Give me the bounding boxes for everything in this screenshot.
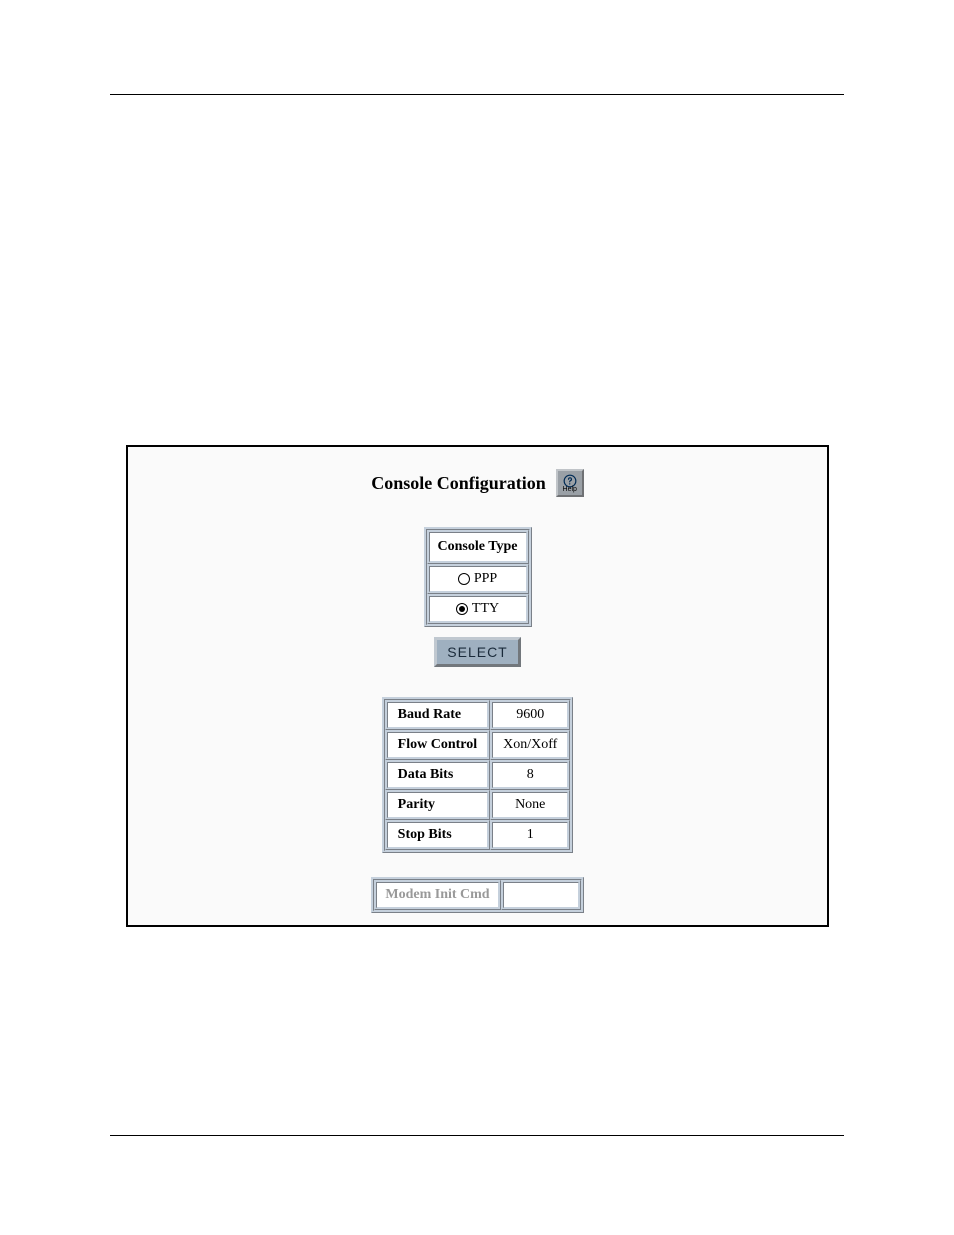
table-row: Parity None — [385, 790, 571, 820]
flow-control-value: Xon/Xoff — [490, 730, 570, 760]
parity-label: Parity — [385, 790, 490, 820]
console-type-option-ppp[interactable]: PPP — [427, 564, 529, 594]
top-rule — [110, 94, 844, 95]
select-button[interactable]: SELECT — [434, 637, 520, 667]
modem-init-label: Modem Init Cmd — [374, 880, 500, 910]
modem-init-value[interactable] — [501, 880, 581, 910]
radio-ppp-label: PPP — [474, 571, 497, 587]
radio-tty-label: TTY — [472, 601, 499, 617]
console-type-header: Console Type — [427, 530, 529, 564]
table-row: Baud Rate 9600 — [385, 700, 571, 730]
modem-init-table: Modem Init Cmd — [371, 877, 583, 913]
panel-header: Console Configuration Help — [128, 469, 827, 497]
table-row: Modem Init Cmd — [374, 880, 580, 910]
radio-ppp[interactable] — [458, 573, 470, 585]
help-button[interactable]: Help — [556, 469, 584, 497]
baud-rate-value: 9600 — [490, 700, 570, 730]
page-title: Console Configuration — [371, 473, 546, 494]
flow-control-label: Flow Control — [385, 730, 490, 760]
parity-value: None — [490, 790, 570, 820]
console-type-table: Console Type PPP TTY — [424, 527, 532, 627]
table-row: Data Bits 8 — [385, 760, 571, 790]
table-row: Flow Control Xon/Xoff — [385, 730, 571, 760]
data-bits-label: Data Bits — [385, 760, 490, 790]
console-type-option-tty[interactable]: TTY — [427, 594, 529, 624]
table-row: Stop Bits 1 — [385, 820, 571, 850]
stop-bits-value: 1 — [490, 820, 570, 850]
baud-rate-label: Baud Rate — [385, 700, 490, 730]
console-config-panel: Console Configuration Help Console Type … — [126, 445, 829, 927]
serial-settings-table: Baud Rate 9600 Flow Control Xon/Xoff Dat… — [382, 697, 574, 853]
bottom-rule — [110, 1135, 844, 1136]
radio-tty[interactable] — [456, 603, 468, 615]
data-bits-value: 8 — [490, 760, 570, 790]
help-label: Help — [563, 486, 577, 493]
stop-bits-label: Stop Bits — [385, 820, 490, 850]
